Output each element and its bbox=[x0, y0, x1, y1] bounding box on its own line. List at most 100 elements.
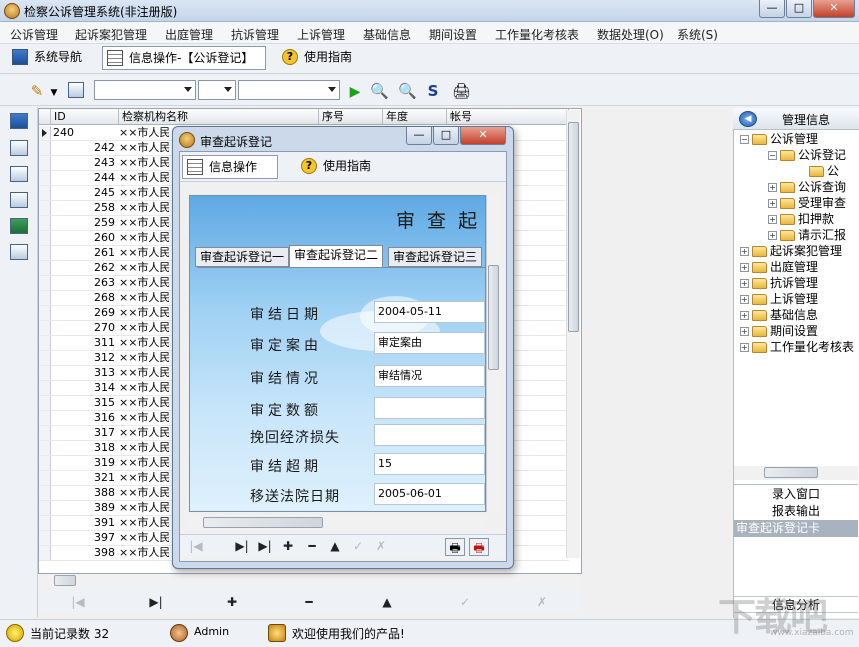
link-review-card[interactable]: 审查起诉登记卡 bbox=[734, 520, 858, 537]
tree-item[interactable]: + 工作量化考核表 bbox=[740, 339, 854, 355]
cell-id[interactable]: 391 bbox=[53, 516, 115, 530]
row-indicator[interactable] bbox=[39, 186, 51, 200]
cell-org-name[interactable]: ××市人民 bbox=[119, 171, 169, 185]
row-indicator[interactable] bbox=[39, 336, 51, 350]
value-input[interactable] bbox=[238, 80, 340, 100]
find-icon[interactable]: 🔍 bbox=[370, 82, 389, 100]
cell-id[interactable]: 318 bbox=[53, 441, 115, 455]
menu-gongsu[interactable]: 公诉管理 bbox=[10, 26, 58, 43]
link-report-output[interactable]: 报表输出 bbox=[734, 503, 858, 520]
link-entry-window[interactable]: 录入窗口 bbox=[734, 486, 858, 503]
collapse-panel-icon[interactable]: ◀ bbox=[739, 111, 757, 127]
scroll-thumb[interactable] bbox=[568, 122, 579, 332]
tree-item[interactable]: + 起诉案犯管理 bbox=[740, 243, 842, 259]
first-record-button[interactable]: |◀ bbox=[68, 593, 88, 611]
cell-id[interactable]: 268 bbox=[53, 291, 115, 305]
menu-chuting[interactable]: 出庭管理 bbox=[165, 26, 213, 43]
tree-item[interactable]: + 扣押款 bbox=[768, 211, 834, 227]
scroll-thumb[interactable] bbox=[488, 265, 499, 370]
row-indicator[interactable] bbox=[39, 396, 51, 410]
cell-org-name[interactable]: ××市人民 bbox=[119, 381, 169, 395]
cell-org-name[interactable]: ××市人民 bbox=[119, 216, 169, 230]
cell-id[interactable]: 319 bbox=[53, 456, 115, 470]
cell-id[interactable]: 270 bbox=[53, 321, 115, 335]
scroll-thumb[interactable] bbox=[54, 575, 76, 586]
grid-horizontal-scrollbar[interactable] bbox=[40, 574, 580, 588]
delete-record-button[interactable]: ━ bbox=[299, 593, 319, 611]
row-indicator[interactable] bbox=[39, 381, 51, 395]
tree-horizontal-scrollbar[interactable] bbox=[734, 466, 858, 480]
dialog-delete-button[interactable]: ━ bbox=[302, 537, 322, 555]
tree-item[interactable]: + 出庭管理 bbox=[740, 259, 818, 275]
row-indicator[interactable] bbox=[39, 441, 51, 455]
row-indicator[interactable] bbox=[39, 246, 51, 260]
dialog-minimize-button[interactable]: — bbox=[406, 127, 432, 145]
cell-id[interactable]: 260 bbox=[53, 231, 115, 245]
cell-id[interactable]: 311 bbox=[53, 336, 115, 350]
cell-id[interactable]: 398 bbox=[53, 546, 115, 560]
row-indicator[interactable] bbox=[39, 531, 51, 545]
tree-item[interactable]: + 抗诉管理 bbox=[740, 275, 818, 291]
tab-review-page-2[interactable]: 审查起诉登记二 bbox=[289, 245, 384, 267]
col-header-seq[interactable]: 序号 bbox=[319, 109, 383, 125]
row-indicator[interactable] bbox=[39, 216, 51, 230]
cell-org-name[interactable]: ××市人民 bbox=[119, 456, 169, 470]
refresh-icon[interactable]: S bbox=[424, 82, 442, 100]
cell-org-name[interactable]: ××市人民 bbox=[119, 501, 169, 515]
field-input[interactable]: 15 bbox=[374, 453, 485, 475]
cell-id[interactable]: 243 bbox=[53, 156, 115, 170]
row-indicator[interactable] bbox=[39, 171, 51, 185]
operator-select[interactable] bbox=[198, 80, 236, 100]
cell-org-name[interactable]: ××市人民 bbox=[119, 471, 169, 485]
cell-id[interactable]: 397 bbox=[53, 531, 115, 545]
expander-icon[interactable]: − bbox=[740, 135, 749, 144]
row-indicator[interactable] bbox=[39, 426, 51, 440]
dialog-add-button[interactable]: ✚ bbox=[278, 537, 298, 555]
cell-id[interactable]: 388 bbox=[53, 486, 115, 500]
menu-shangsu[interactable]: 上诉管理 bbox=[297, 26, 345, 43]
find-next-icon[interactable]: 🔍 bbox=[398, 82, 417, 100]
expander-icon[interactable]: + bbox=[740, 247, 749, 256]
close-button[interactable]: ✕ bbox=[813, 0, 855, 18]
cell-org-name[interactable]: ××市人民 bbox=[119, 156, 169, 170]
post-record-button[interactable]: ✓ bbox=[455, 593, 475, 611]
cell-org-name[interactable]: ××市人民 bbox=[119, 396, 169, 410]
tree-item[interactable]: + 请示汇报 bbox=[768, 227, 846, 243]
hierarchy-icon[interactable] bbox=[10, 140, 28, 156]
row-indicator[interactable] bbox=[39, 126, 51, 140]
cell-id[interactable]: 389 bbox=[53, 501, 115, 515]
cell-id[interactable]: 259 bbox=[53, 216, 115, 230]
col-header-org-name[interactable]: 检察机构名称 bbox=[119, 109, 319, 125]
row-indicator[interactable] bbox=[39, 411, 51, 425]
list-icon[interactable] bbox=[10, 244, 28, 260]
menu-xitong[interactable]: 系统(S) bbox=[677, 26, 718, 43]
expander-icon[interactable]: + bbox=[768, 215, 777, 224]
col-header-year[interactable]: 年度 bbox=[383, 109, 447, 125]
cell-org-name[interactable]: ××市人民 bbox=[119, 291, 169, 305]
cell-id[interactable]: 245 bbox=[53, 186, 115, 200]
field-input[interactable] bbox=[374, 397, 485, 419]
row-indicator[interactable] bbox=[39, 291, 51, 305]
chevron-down-icon[interactable]: ▼ bbox=[50, 84, 58, 102]
print-icon[interactable]: 🖨 bbox=[452, 82, 471, 100]
menu-qisu-anfan[interactable]: 起诉案犯管理 bbox=[75, 26, 147, 43]
field-input[interactable] bbox=[374, 424, 485, 446]
cell-id[interactable]: 312 bbox=[53, 351, 115, 365]
dialog-next-button[interactable]: ▶| bbox=[232, 537, 252, 555]
expander-icon[interactable]: + bbox=[768, 231, 777, 240]
maximize-button[interactable]: □ bbox=[786, 0, 812, 18]
row-indicator[interactable] bbox=[39, 366, 51, 380]
cell-id[interactable]: 321 bbox=[53, 471, 115, 485]
cell-org-name[interactable]: ××市人民 bbox=[119, 336, 169, 350]
cell-org-name[interactable]: ××市人民 bbox=[119, 366, 169, 380]
dialog-tab-info[interactable]: 信息操作 bbox=[182, 155, 278, 179]
cell-id[interactable]: 314 bbox=[53, 381, 115, 395]
tree-item[interactable]: + 基础信息 bbox=[740, 307, 818, 323]
cell-org-name[interactable]: ××市人民 bbox=[119, 441, 169, 455]
expander-icon[interactable]: + bbox=[740, 279, 749, 288]
tree-item[interactable]: − 公诉管理 bbox=[740, 131, 818, 147]
field-input[interactable]: 2005-06-01 bbox=[374, 483, 485, 505]
tree-item[interactable]: + 期间设置 bbox=[740, 323, 818, 339]
cell-id[interactable]: 263 bbox=[53, 276, 115, 290]
row-indicator[interactable] bbox=[39, 201, 51, 215]
